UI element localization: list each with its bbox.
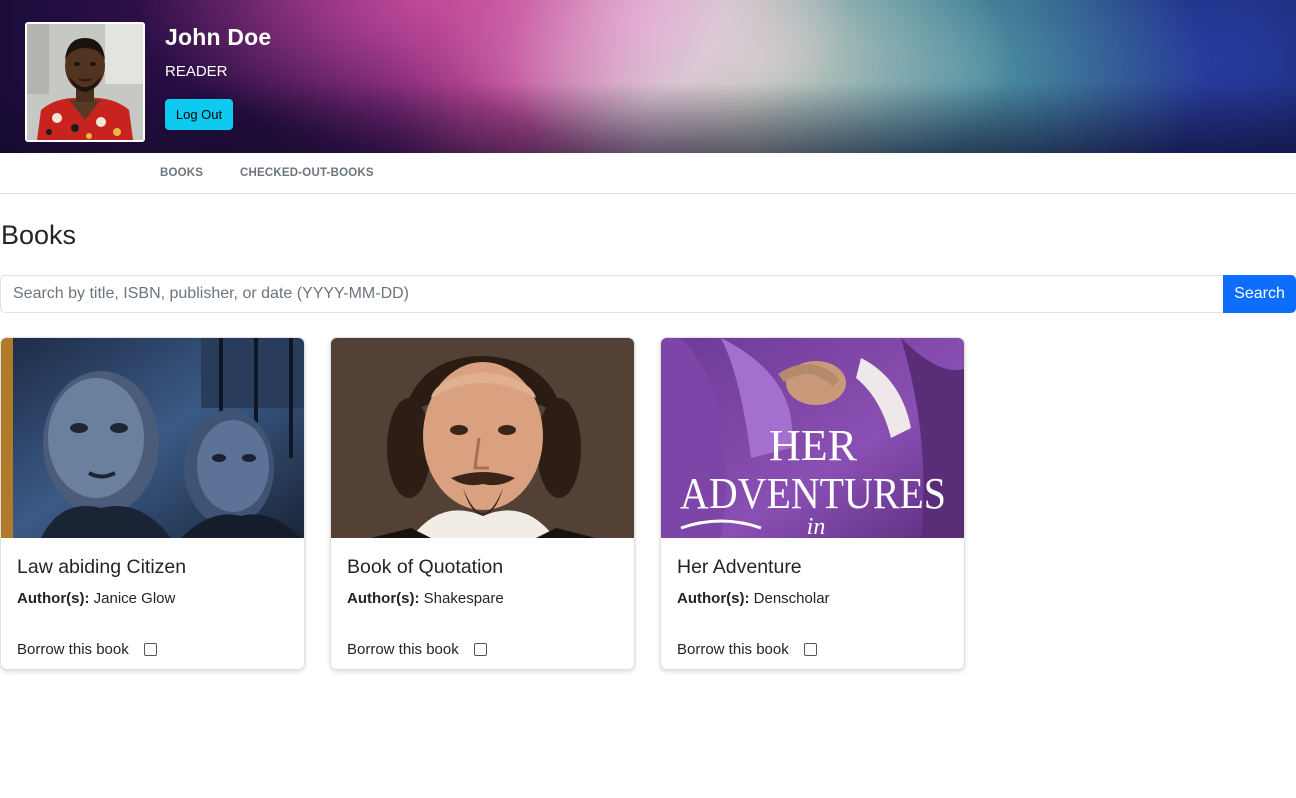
avatar: [25, 22, 145, 142]
author-label: Author(s):: [347, 590, 420, 607]
borrow-label: Borrow this book: [17, 641, 129, 658]
borrow-row[interactable]: Borrow this book: [677, 641, 817, 658]
borrow-checkbox[interactable]: [473, 643, 487, 656]
user-role: READER: [165, 63, 228, 80]
book-card: Book of Quotation Author(s): Shakespare …: [330, 337, 635, 670]
author-name: Janice Glow: [93, 590, 176, 607]
nav-tab-books[interactable]: BOOKS: [160, 167, 203, 179]
book-title: Her Adventure: [677, 556, 802, 578]
cover-text-in: in: [807, 514, 826, 538]
book-author: Author(s): Shakespare: [347, 590, 504, 607]
avatar-photo: [27, 24, 143, 140]
book-title: Law abiding Citizen: [17, 556, 187, 578]
author-name: Shakespare: [423, 590, 504, 607]
borrow-label: Borrow this book: [347, 641, 459, 658]
search-input[interactable]: [0, 275, 1224, 313]
top-nav: BOOKS CHECKED-OUT-BOOKS: [0, 153, 1296, 194]
borrow-checkbox[interactable]: [803, 643, 817, 656]
cover-text-her: HER: [769, 421, 858, 470]
nav-tab-checked-out-books[interactable]: CHECKED-OUT-BOOKS: [240, 167, 374, 179]
author-label: Author(s):: [17, 590, 90, 607]
book-card: Law abiding Citizen Author(s): Janice Gl…: [0, 337, 305, 670]
borrow-checkbox[interactable]: [143, 643, 157, 656]
borrow-row[interactable]: Borrow this book: [347, 641, 487, 658]
author-label: Author(s):: [677, 590, 750, 607]
page-title: Books: [1, 220, 77, 250]
logout-button[interactable]: Log Out: [165, 99, 233, 130]
profile-header: John Doe READER Log Out: [0, 0, 1296, 153]
user-name: John Doe: [165, 24, 272, 50]
book-author: Author(s): Janice Glow: [17, 590, 175, 607]
borrow-row[interactable]: Borrow this book: [17, 641, 157, 658]
book-author: Author(s): Denscholar: [677, 590, 830, 607]
borrow-label: Borrow this book: [677, 641, 789, 658]
book-cover-image: [1, 338, 304, 538]
search-button[interactable]: Search: [1223, 275, 1296, 313]
book-cover-image: HER ADVENTURES in: [661, 338, 964, 538]
book-cover-image: [331, 338, 634, 538]
book-card: HER ADVENTURES in Her Adventure Author(s…: [660, 337, 965, 670]
book-title: Book of Quotation: [347, 556, 504, 578]
author-name: Denscholar: [753, 590, 830, 607]
cover-text-adventures: ADVENTURES: [680, 469, 946, 518]
